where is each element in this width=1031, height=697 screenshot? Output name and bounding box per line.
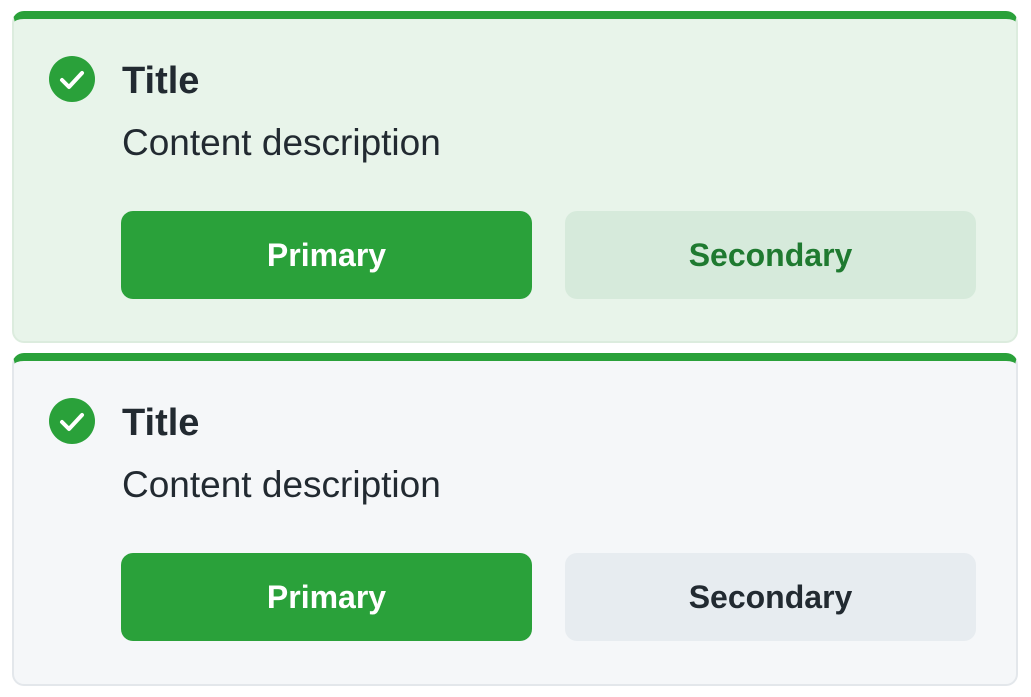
alert-card-success: Title Content description Primary Second… <box>12 11 1018 343</box>
alert-card-neutral: Title Content description Primary Second… <box>12 353 1018 686</box>
check-circle-icon <box>48 55 96 103</box>
check-circle-icon <box>48 397 96 445</box>
secondary-button[interactable]: Secondary <box>565 211 976 299</box>
primary-button[interactable]: Primary <box>121 211 532 299</box>
card-description: Content description <box>122 464 441 505</box>
card-description: Content description <box>122 122 441 163</box>
card-title: Title <box>122 60 200 102</box>
secondary-button[interactable]: Secondary <box>565 553 976 641</box>
page: Title Content description Primary Second… <box>0 0 1031 697</box>
card-title: Title <box>122 402 200 444</box>
primary-button[interactable]: Primary <box>121 553 532 641</box>
